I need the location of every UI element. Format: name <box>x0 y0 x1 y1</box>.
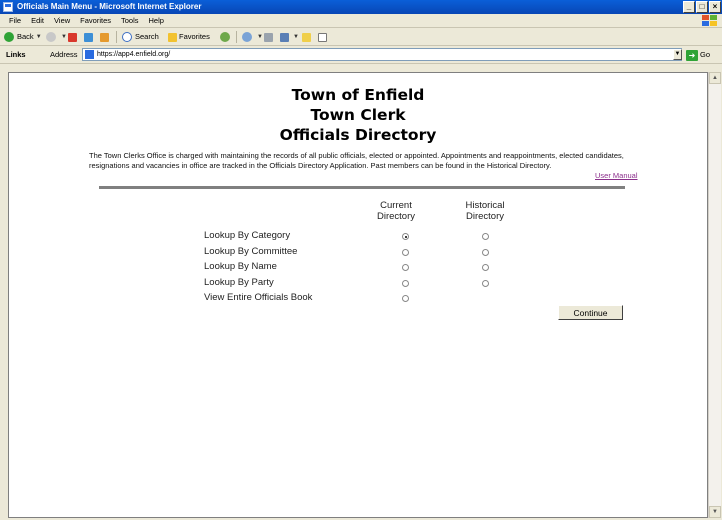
option-label: Lookup By Party <box>204 276 274 288</box>
search-label: Search <box>135 32 159 41</box>
refresh-button[interactable] <box>84 31 95 43</box>
address-dropdown-icon[interactable]: ▼ <box>673 49 682 60</box>
forward-dropdown-icon[interactable]: ▼ <box>61 31 67 43</box>
ie-page-icon <box>3 2 13 12</box>
window-title: Officials Main Menu - Microsoft Internet… <box>17 2 202 11</box>
radio-historical-directory[interactable] <box>482 248 489 256</box>
history-icon <box>220 32 230 42</box>
continue-button[interactable]: Continue <box>558 305 623 320</box>
history-button[interactable] <box>220 31 233 43</box>
option-label: Lookup By Name <box>204 261 277 272</box>
refresh-icon <box>84 32 93 42</box>
column-header-current: Current Directory <box>376 200 415 222</box>
radio-historical-directory[interactable] <box>482 233 489 240</box>
edit-icon <box>280 32 289 42</box>
mail-button[interactable]: ▼ <box>242 31 263 43</box>
stop-icon <box>68 32 77 42</box>
option-label: View Entire Officials Book <box>204 292 313 303</box>
menu-edit[interactable]: Edit <box>26 14 49 28</box>
print-button[interactable] <box>264 31 275 43</box>
forward-button[interactable]: ▼ <box>46 31 67 43</box>
address-toolbar: Links Address https://app4.enfield.org/ … <box>0 46 722 64</box>
menu-file[interactable]: File <box>4 14 26 28</box>
back-arrow-icon <box>4 32 14 42</box>
favorites-star-icon <box>168 32 177 42</box>
favorites-button[interactable]: Favorites <box>168 31 210 43</box>
maximize-button[interactable]: □ <box>696 1 708 13</box>
minimize-button[interactable]: _ <box>683 1 695 13</box>
radio-current-directory[interactable] <box>402 264 409 271</box>
search-button[interactable]: Search <box>122 31 159 43</box>
page-icon <box>85 50 94 59</box>
toolbar-separator <box>116 31 117 43</box>
option-label: Lookup By Committee <box>204 245 298 257</box>
menu-tools[interactable]: Tools <box>116 14 144 28</box>
page-title-line-3: Officials Directory <box>279 126 437 144</box>
discuss-button[interactable] <box>318 31 329 43</box>
home-icon <box>100 32 109 42</box>
page-content: Town of Enfield Town Clerk Officials Dir… <box>8 72 708 518</box>
standard-toolbar: Back ▼ ▼ Search Favorites ▼ ▼ <box>0 28 722 46</box>
menu-help[interactable]: Help <box>144 14 169 28</box>
radio-current-directory[interactable] <box>402 295 409 302</box>
edit-button[interactable]: ▼ <box>280 31 299 43</box>
print-icon <box>264 32 273 42</box>
mail-icon <box>242 32 252 42</box>
windows-logo-icon <box>702 15 718 26</box>
search-icon <box>122 32 132 42</box>
intro-text: The Town Clerks Office is charged with m… <box>89 151 624 170</box>
address-input[interactable]: https://app4.enfield.org/ <box>82 48 682 61</box>
menu-view[interactable]: View <box>49 14 75 28</box>
scroll-up-arrow-icon[interactable]: ▲ <box>709 72 721 84</box>
vertical-scrollbar[interactable]: ▲ ▼ <box>708 72 721 518</box>
stop-button[interactable] <box>68 31 79 43</box>
toolbar-separator <box>236 31 237 43</box>
option-label: Lookup By Category <box>204 230 291 241</box>
column-header-historical: Historical Directory <box>465 200 505 222</box>
back-label: Back <box>17 32 34 41</box>
address-label: Address <box>50 50 78 59</box>
folder-icon <box>302 32 311 42</box>
close-button[interactable]: × <box>709 1 721 13</box>
page-title-line-2: Town Clerk <box>310 106 406 124</box>
links-label[interactable]: Links <box>6 46 26 64</box>
forward-arrow-icon <box>46 32 56 42</box>
go-button[interactable]: ➜ Go <box>686 48 710 62</box>
edit-dropdown-icon[interactable]: ▼ <box>293 31 299 43</box>
radio-current-directory[interactable] <box>402 279 409 287</box>
address-url: https://app4.enfield.org/ <box>97 51 171 58</box>
user-manual-link[interactable]: User Manual <box>595 171 638 180</box>
window-controls: _ □ × <box>682 1 721 13</box>
home-button[interactable] <box>100 31 111 43</box>
menu-favorites[interactable]: Favorites <box>75 14 116 28</box>
folder-button[interactable] <box>302 31 313 43</box>
go-arrow-icon: ➜ <box>686 49 698 61</box>
back-button[interactable]: Back ▼ <box>4 31 42 43</box>
back-dropdown-icon[interactable]: ▼ <box>36 31 42 43</box>
divider <box>99 186 625 189</box>
radio-current-directory[interactable] <box>402 248 409 256</box>
radio-historical-directory[interactable] <box>482 279 489 287</box>
radio-historical-directory[interactable] <box>482 264 489 271</box>
menu-bar: File Edit View Favorites Tools Help <box>0 14 722 28</box>
page-title-line-1: Town of Enfield <box>291 86 425 104</box>
scroll-down-arrow-icon[interactable]: ▼ <box>709 506 721 518</box>
mail-dropdown-icon[interactable]: ▼ <box>257 31 263 43</box>
page-icon <box>318 32 327 42</box>
window-titlebar: Officials Main Menu - Microsoft Internet… <box>0 0 722 14</box>
favorites-label: Favorites <box>179 32 210 41</box>
go-label: Go <box>700 50 711 59</box>
radio-current-directory[interactable] <box>402 233 409 240</box>
